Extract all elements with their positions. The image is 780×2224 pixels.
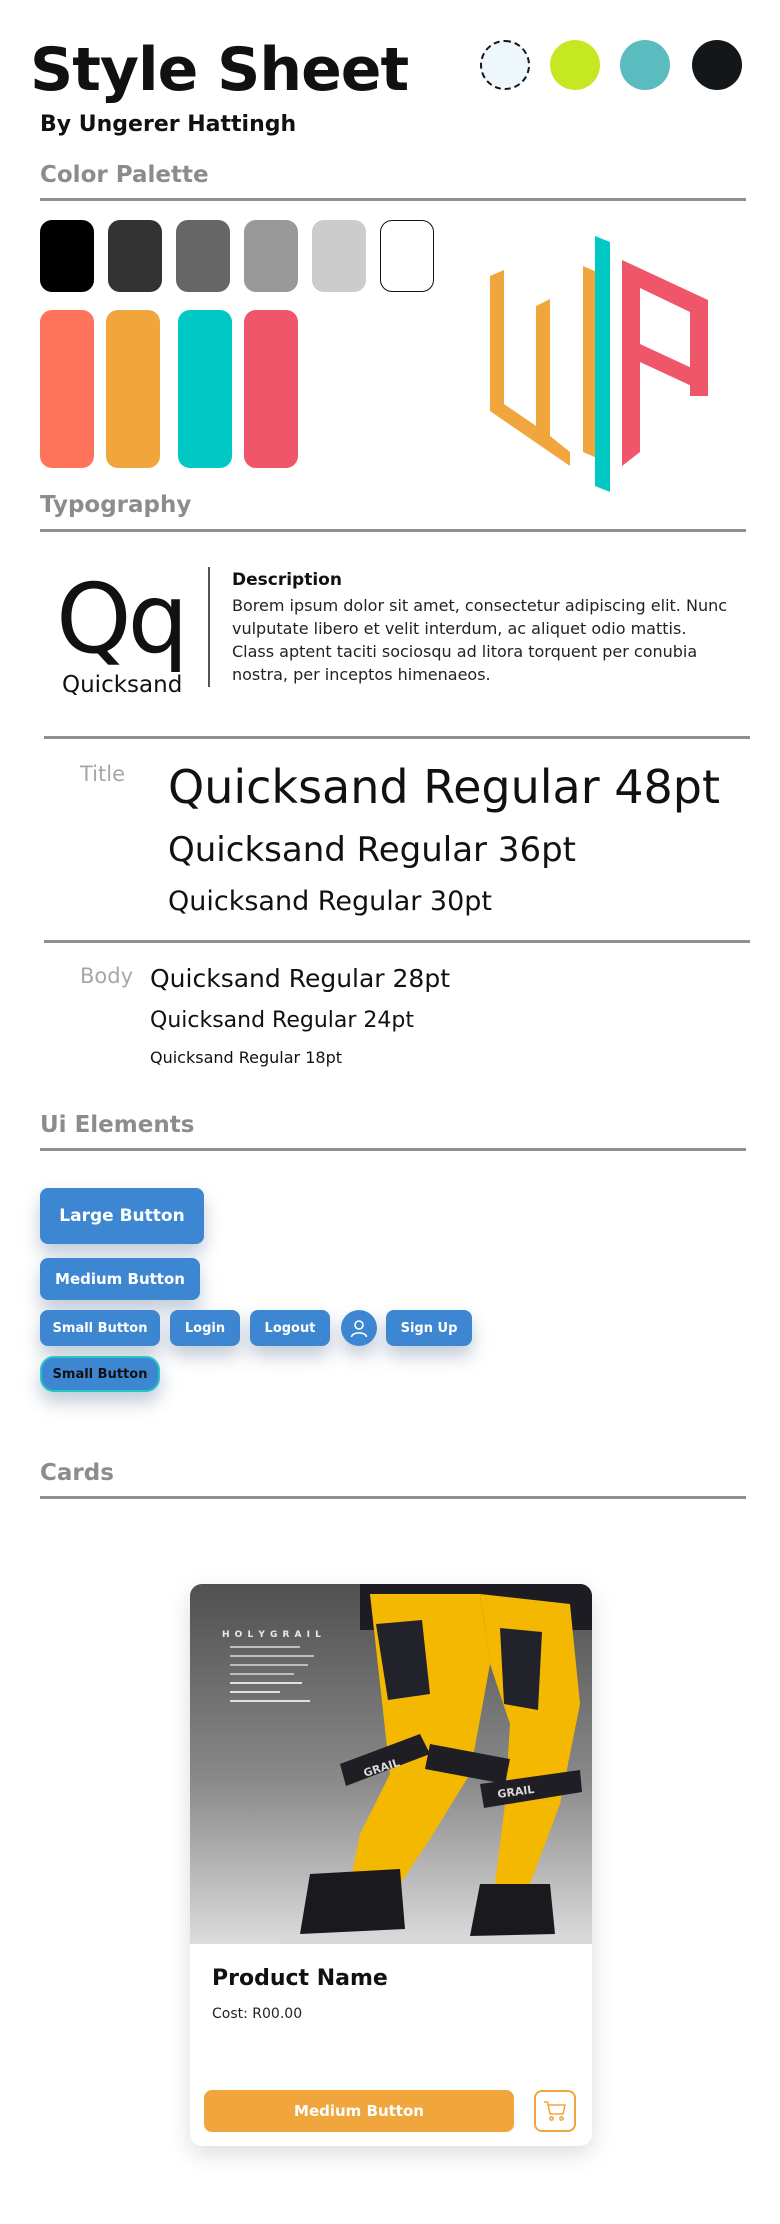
author-line: By Ungerer Hattingh xyxy=(40,112,297,137)
type-scale-divider xyxy=(44,940,750,943)
body-sample-24: Quicksand Regular 24pt xyxy=(150,1008,415,1033)
accent-swatch-teal xyxy=(178,310,232,468)
pants-illustration: GRAIL GRAIL xyxy=(280,1584,592,1944)
large-button[interactable]: Large Button xyxy=(40,1188,204,1244)
section-title-ui-elements: Ui Elements xyxy=(40,1112,195,1138)
neutral-swatch-cccccc xyxy=(312,220,366,292)
title-sample-48: Quicksand Regular 48pt xyxy=(168,760,721,814)
body-sample-28: Quicksand Regular 28pt xyxy=(150,964,451,993)
description-title: Description xyxy=(232,570,342,590)
accent-swatch-pink xyxy=(244,310,298,468)
neutral-swatch-666666 xyxy=(176,220,230,292)
section-divider xyxy=(40,1496,746,1499)
swatch-lime xyxy=(550,40,600,90)
product-cost: Cost: R00.00 xyxy=(212,2006,303,2022)
section-divider xyxy=(40,198,746,201)
small-button[interactable]: Small Button xyxy=(40,1310,160,1346)
small-button-outlined[interactable]: Small Button xyxy=(40,1356,160,1392)
product-card[interactable]: H O L Y G R A I L GRAIL GRAIL Product Na… xyxy=(190,1584,592,2146)
card-medium-button[interactable]: Medium Button xyxy=(204,2090,514,2132)
description-body: Borem ipsum dolor sit amet, consectetur … xyxy=(232,596,728,684)
wip-logo xyxy=(490,236,708,492)
title-sample-30: Quicksand Regular 30pt xyxy=(168,886,493,917)
login-button[interactable]: Login xyxy=(170,1310,240,1346)
product-name: Product Name xyxy=(212,1966,388,1991)
swatch-light-blue xyxy=(480,40,530,90)
sign-up-button[interactable]: Sign Up xyxy=(386,1310,472,1346)
neutral-swatch-333333 xyxy=(108,220,162,292)
medium-button[interactable]: Medium Button xyxy=(40,1258,200,1300)
font-name-label: Quicksand xyxy=(62,672,183,698)
title-sample-36: Quicksand Regular 36pt xyxy=(168,830,577,870)
neutral-swatch-999999 xyxy=(244,220,298,292)
section-divider xyxy=(40,529,746,532)
page-title: Style Sheet xyxy=(30,35,409,105)
logout-button[interactable]: Logout xyxy=(250,1310,330,1346)
type-scale-divider xyxy=(44,736,750,739)
accent-swatch-orange xyxy=(106,310,160,468)
neutral-swatch-000000 xyxy=(40,220,94,292)
cart-icon xyxy=(544,2101,566,2121)
user-profile-button[interactable] xyxy=(341,1310,377,1346)
user-icon xyxy=(350,1320,368,1338)
neutral-swatch-ffffff xyxy=(380,220,434,292)
font-glyph-sample: Qq xyxy=(56,563,188,675)
body-scale-label: Body xyxy=(80,964,134,988)
add-to-cart-button[interactable] xyxy=(534,2090,576,2132)
accent-swatch-coral xyxy=(40,310,94,468)
swatch-teal xyxy=(620,40,670,90)
section-title-cards: Cards xyxy=(40,1460,114,1486)
body-sample-18: Quicksand Regular 18pt xyxy=(150,1048,343,1067)
section-title-color-palette: Color Palette xyxy=(40,162,209,188)
title-scale-label: Title xyxy=(80,762,126,786)
swatch-black xyxy=(692,40,742,90)
vertical-divider xyxy=(208,567,210,687)
section-title-typography: Typography xyxy=(40,492,192,518)
product-image: H O L Y G R A I L GRAIL GRAIL xyxy=(190,1584,592,1944)
section-divider xyxy=(40,1148,746,1151)
